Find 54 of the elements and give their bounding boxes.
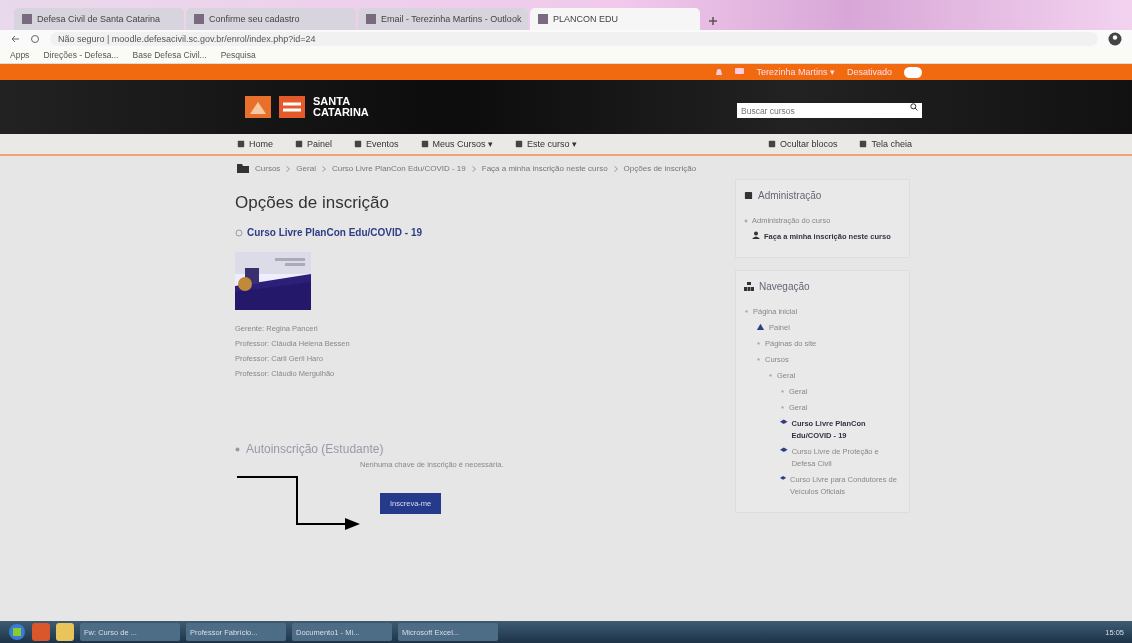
chevron-icon <box>471 165 476 172</box>
search-icon[interactable] <box>910 103 918 111</box>
plus-icon[interactable] <box>708 16 718 26</box>
chevron-icon <box>321 165 326 172</box>
logo-text: CATARINA <box>313 107 369 118</box>
bookmark[interactable]: Apps <box>10 50 30 60</box>
nav-link[interactable]: Ocultar blocos <box>779 139 838 149</box>
nav-link[interactable]: Tela cheia <box>871 139 912 149</box>
edit-mode-label: Desativado <box>846 67 892 77</box>
breadcrumb-link[interactable]: Curso Livre PlanCon Edu/COVID - 19 <box>331 164 466 173</box>
user-icon <box>752 231 760 239</box>
bookmark[interactable]: Direções - Defesa... <box>43 50 119 60</box>
breadcrumb-link[interactable]: Geral <box>296 164 316 173</box>
dashboard-icon <box>756 322 765 331</box>
course-icon <box>235 228 243 237</box>
block-title: Administração <box>758 190 822 201</box>
logo-text: SANTA <box>313 96 352 107</box>
start-icon[interactable] <box>8 623 26 641</box>
browser-tab[interactable]: Email - Terezinha Martins - Outlook <box>358 8 528 30</box>
nav-link[interactable]: Painel <box>307 139 333 149</box>
reload-icon[interactable] <box>30 33 40 44</box>
bookmark[interactable]: Base Defesa Civil... <box>132 50 207 60</box>
logo-icon <box>245 96 271 118</box>
breadcrumb-link[interactable]: Cursos <box>255 164 281 173</box>
logo-icon <box>279 96 305 118</box>
breadcrumb-link[interactable]: Faça a minha inscrição neste curso <box>481 164 608 173</box>
chevron-icon <box>613 165 618 172</box>
breadcrumb-link[interactable]: Opções de inscrição <box>623 164 697 173</box>
browser-tab[interactable]: Confirme seu cadastro <box>186 8 356 30</box>
nav-link[interactable]: Eventos <box>366 139 399 149</box>
section-heading: Autoinscrição (Estudante) <box>246 442 384 456</box>
course-link[interactable]: Curso Livre PlanCon Edu/COVID - 19 <box>247 227 423 238</box>
chevron-icon <box>286 165 291 172</box>
nav-link[interactable]: Meus Cursos ▾ <box>432 139 494 149</box>
bullet-icon <box>235 446 240 452</box>
nav-link[interactable]: Este curso ▾ <box>527 139 578 149</box>
bookmark[interactable]: Pesquisa <box>220 50 256 60</box>
block-title: Navegação <box>759 281 810 292</box>
sitemap-icon <box>744 282 754 291</box>
profile-icon[interactable] <box>1108 31 1122 46</box>
browser-tab[interactable]: PLANCON EDU <box>530 8 700 30</box>
page-title: Opções de inscrição <box>235 193 391 213</box>
bell-icon[interactable] <box>715 67 724 77</box>
browser-tab[interactable]: Defesa Civil de Santa Catarina <box>14 8 184 30</box>
chat-icon[interactable] <box>735 68 745 76</box>
bullet-icon <box>744 219 748 223</box>
graduation-cap-icon <box>780 446 788 455</box>
folder-icon <box>237 164 249 173</box>
nav-link[interactable]: Home <box>249 139 273 149</box>
back-icon[interactable] <box>10 33 20 44</box>
search-field[interactable]: Buscar cursos <box>737 103 922 118</box>
address-field[interactable]: Não seguro | moodle.defesacivil.sc.gov.br/enrol/index.php?id=24 <box>50 31 1098 46</box>
edit-mode-toggle[interactable] <box>904 66 922 78</box>
graduation-cap-icon <box>780 418 788 427</box>
